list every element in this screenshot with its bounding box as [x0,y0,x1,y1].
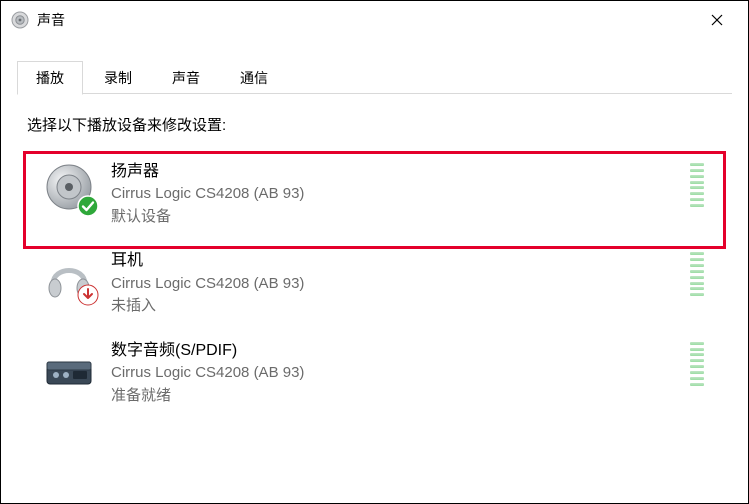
device-list: 扬声器 Cirrus Logic CS4208 (AB 93) 默认设备 [27,153,722,421]
tab-label: 声音 [172,70,200,86]
device-row-spdif[interactable]: 数字音频(S/PDIF) Cirrus Logic CS4208 (AB 93)… [33,332,716,421]
device-description: Cirrus Logic CS4208 (AB 93) [111,183,678,206]
tab-label: 通信 [240,70,268,86]
device-info: 扬声器 Cirrus Logic CS4208 (AB 93) 默认设备 [111,161,678,228]
tab-communications[interactable]: 通信 [221,61,287,94]
window-title: 声音 [37,10,694,30]
device-name: 数字音频(S/PDIF) [111,340,678,362]
device-row-headphones[interactable]: 耳机 Cirrus Logic CS4208 (AB 93) 未插入 [33,242,716,331]
tab-label: 录制 [104,70,132,86]
default-check-icon [77,195,99,217]
level-meter [690,163,704,207]
device-name: 耳机 [111,250,678,272]
tab-strip: 播放 录制 声音 通信 [1,39,748,94]
tab-label: 播放 [36,70,64,86]
tab-recording[interactable]: 录制 [85,61,151,94]
device-status: 未插入 [111,295,678,318]
speaker-icon [43,161,95,213]
device-info: 数字音频(S/PDIF) Cirrus Logic CS4208 (AB 93)… [111,340,678,407]
headphones-icon [43,250,95,302]
device-description: Cirrus Logic CS4208 (AB 93) [111,362,678,385]
device-name: 扬声器 [111,161,678,183]
tab-playback[interactable]: 播放 [17,61,83,95]
tab-sounds[interactable]: 声音 [153,61,219,94]
content-area: 选择以下播放设备来修改设置: [1,94,748,421]
prompt-text: 选择以下播放设备来修改设置: [27,114,722,135]
unplugged-icon [77,284,99,306]
device-row-speakers[interactable]: 扬声器 Cirrus Logic CS4208 (AB 93) 默认设备 [33,153,716,242]
device-status: 准备就绪 [111,385,678,408]
sound-icon [11,11,29,29]
level-meter [690,252,704,296]
device-description: Cirrus Logic CS4208 (AB 93) [111,273,678,296]
close-button[interactable] [694,5,740,35]
titlebar: 声音 [1,1,748,39]
device-info: 耳机 Cirrus Logic CS4208 (AB 93) 未插入 [111,250,678,317]
device-status: 默认设备 [111,206,678,229]
level-meter [690,342,704,386]
spdif-icon [43,340,95,392]
